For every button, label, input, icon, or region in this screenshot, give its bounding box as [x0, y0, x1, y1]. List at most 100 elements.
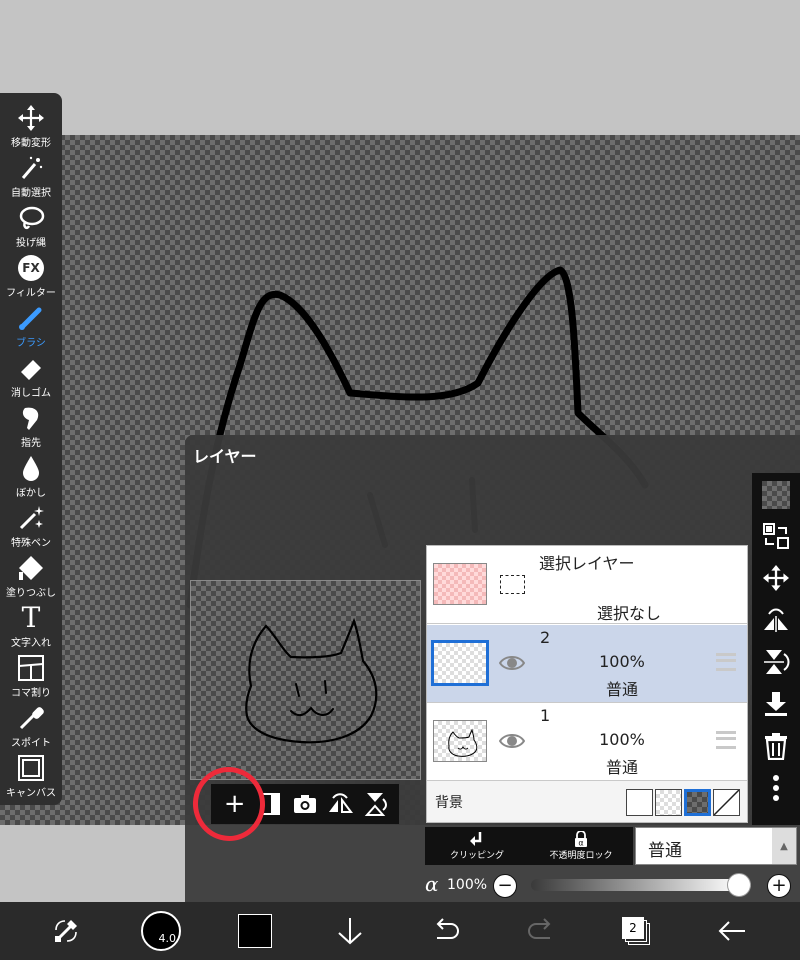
layer-row-2[interactable]: 2 100% 普通	[427, 625, 747, 703]
opacity-slider[interactable]	[531, 873, 751, 897]
brush-size-value: 4.0	[158, 932, 177, 945]
lock-alpha-icon: α	[575, 831, 587, 848]
bg-option-none[interactable]	[713, 789, 740, 816]
clipping-label: クリッピング	[449, 851, 504, 861]
blend-mode-value: 普通	[648, 841, 682, 861]
dropdown-arrow-icon: ▲	[772, 828, 796, 864]
move-layer-icon	[763, 565, 789, 591]
tool-label: 塗りつぶし	[5, 588, 57, 599]
flip-horizontal-icon	[329, 793, 354, 813]
layer-number: 2	[540, 628, 551, 647]
tool-text[interactable]: T 文字入れ	[0, 603, 62, 653]
eye-icon[interactable]	[499, 652, 525, 674]
clipping-button[interactable]: クリッピング	[425, 827, 529, 865]
back-icon	[718, 921, 745, 941]
back-button[interactable]	[714, 913, 750, 949]
flip-v-layer-button[interactable]	[761, 647, 791, 677]
smudge-icon	[16, 403, 46, 433]
swap-layers-icon	[763, 523, 789, 549]
download-button[interactable]	[332, 913, 368, 949]
swap-tools-icon	[55, 920, 77, 942]
flip-h-layer-icon	[764, 608, 788, 632]
tool-canvas[interactable]: キャンバス	[0, 753, 62, 803]
bg-option-white[interactable]	[626, 789, 653, 816]
blur-icon	[16, 453, 46, 483]
text-icon: T	[21, 601, 41, 634]
layer-blend-mode: 普通	[605, 758, 638, 777]
eye-icon[interactable]	[499, 730, 525, 752]
opacity-decrease-button[interactable]: −	[493, 874, 517, 898]
eraser-icon	[16, 353, 46, 383]
tool-smudge[interactable]: 指先	[0, 403, 62, 453]
swap-tools-button[interactable]	[48, 913, 84, 949]
tool-label: 指先	[21, 438, 41, 449]
layer-count: 2	[622, 917, 644, 939]
trash-icon	[765, 733, 787, 760]
tool-label: 文字入れ	[11, 638, 51, 649]
tool-filter[interactable]: FX フィルター	[0, 253, 62, 303]
more-options-button[interactable]	[761, 773, 791, 803]
tool-label: 特殊ペン	[11, 538, 51, 549]
move-transform-icon	[16, 103, 46, 133]
tool-lasso[interactable]: 投げ縄	[0, 203, 62, 253]
swap-layers-button[interactable]	[761, 521, 791, 551]
layer-side-toolbar	[752, 473, 800, 825]
more-icon	[773, 775, 779, 801]
tool-magic-wand[interactable]: 自動選択	[0, 153, 62, 203]
flip-h-layer-button[interactable]	[761, 605, 791, 635]
redo-button[interactable]	[523, 913, 559, 949]
camera-button[interactable]	[289, 788, 321, 820]
selection-layer-thumbnail	[433, 563, 487, 605]
brush-size-icon: 4.0	[141, 911, 181, 951]
bg-option-dark-checker[interactable]	[684, 789, 711, 816]
opacity-increase-button[interactable]: +	[767, 874, 791, 898]
color-swatch[interactable]	[237, 913, 273, 949]
tool-fill[interactable]: 塗りつぶし	[0, 553, 62, 603]
blend-mode-select[interactable]: 普通 ▲	[635, 827, 797, 865]
layer-opacity: 100%	[599, 730, 645, 749]
layer-list: 選択レイヤー 選択なし 2 100% 普通 1 100% 普通 背景	[426, 545, 748, 823]
flip-horizontal-button[interactable]	[324, 788, 356, 820]
alpha-lock-button[interactable]: α 不透明度ロック	[529, 827, 633, 865]
panel-divide-icon	[16, 653, 46, 683]
tool-panel-divide[interactable]: コマ割り	[0, 653, 62, 703]
redo-icon	[528, 918, 551, 939]
opacity-row: α 100% − +	[423, 872, 799, 900]
tool-eyedropper[interactable]: スポイト	[0, 703, 62, 753]
selection-layer-row[interactable]: 選択レイヤー 選択なし	[427, 546, 747, 624]
filter-fx-icon: FX	[16, 253, 46, 283]
layer-number: 1	[540, 706, 551, 725]
drag-handle-icon[interactable]	[716, 653, 736, 671]
bg-option-light-checker[interactable]	[655, 789, 682, 816]
layer-row-1[interactable]: 1 100% 普通	[427, 703, 747, 781]
tool-move-transform[interactable]: 移動変形	[0, 103, 62, 153]
flip-vertical-button[interactable]	[359, 788, 391, 820]
tool-blur[interactable]: ぼかし	[0, 453, 62, 503]
tool-eraser[interactable]: 消しゴム	[0, 353, 62, 403]
layer-panel: レイヤー + 選択レイヤー 選択なし 2 100% 普通 1 100% 普通 背…	[185, 435, 800, 902]
clipping-icon	[470, 832, 482, 846]
layers-icon: 2	[622, 917, 650, 945]
delete-layer-button[interactable]	[761, 731, 791, 761]
tool-label: 移動変形	[11, 138, 51, 149]
layer-2-thumbnail	[431, 640, 489, 686]
drag-handle-icon[interactable]	[716, 731, 736, 749]
tool-palette: 移動変形 自動選択 投げ縄 FX フィルター ブラシ 消しゴム 指先 ぼかし 特…	[0, 93, 62, 805]
transparent-icon[interactable]	[762, 481, 790, 509]
canvas-preview	[190, 580, 421, 780]
tool-label: 投げ縄	[16, 238, 46, 249]
eyedropper-icon	[16, 703, 46, 733]
tool-special-pen[interactable]: 特殊ペン	[0, 503, 62, 553]
undo-button[interactable]	[428, 913, 464, 949]
layers-button[interactable]: 2	[618, 913, 654, 949]
brush-size-button[interactable]: 4.0	[140, 910, 182, 952]
opacity-slider-knob[interactable]	[727, 873, 751, 897]
svg-text:α: α	[578, 839, 583, 848]
tool-brush[interactable]: ブラシ	[0, 303, 62, 353]
layer-1-thumbnail	[433, 720, 487, 762]
move-layer-button[interactable]	[761, 563, 791, 593]
background-label: 背景	[435, 795, 463, 811]
merge-down-button[interactable]	[761, 689, 791, 719]
special-pen-icon	[16, 503, 46, 533]
tool-label: フィルター	[6, 288, 56, 299]
